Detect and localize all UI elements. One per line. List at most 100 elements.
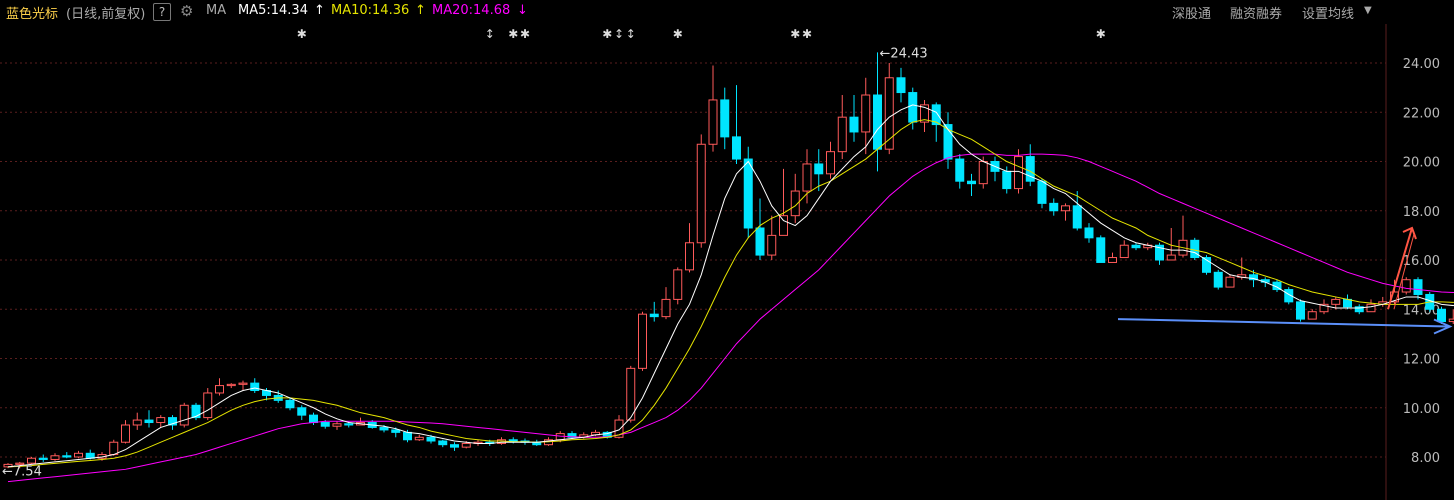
candle[interactable] — [873, 94, 882, 150]
candle[interactable] — [1213, 271, 1223, 288]
signal-mark-icon: ✱ — [790, 27, 800, 41]
candle[interactable] — [1331, 298, 1341, 305]
candle[interactable] — [238, 382, 248, 385]
candle[interactable] — [955, 158, 965, 182]
y-tick-label: 8.00 — [1411, 451, 1440, 466]
candle[interactable] — [896, 77, 906, 94]
candle[interactable] — [884, 77, 894, 150]
candle[interactable] — [978, 161, 988, 185]
y-tick-label: 14.00 — [1403, 303, 1440, 318]
candle[interactable] — [1119, 244, 1129, 259]
candle[interactable] — [1084, 227, 1094, 239]
candle[interactable] — [767, 234, 777, 256]
candle[interactable] — [450, 444, 459, 448]
candle[interactable] — [144, 419, 154, 424]
candle[interactable] — [661, 298, 671, 318]
candle[interactable] — [179, 404, 189, 426]
candle[interactable] — [191, 404, 201, 419]
candle[interactable] — [297, 407, 307, 416]
candle[interactable] — [1096, 237, 1106, 263]
candle[interactable] — [215, 385, 224, 394]
candle[interactable] — [908, 92, 918, 123]
candle[interactable] — [755, 227, 765, 256]
candle[interactable] — [685, 242, 694, 271]
candle[interactable] — [1343, 298, 1352, 308]
candle[interactable] — [50, 455, 60, 460]
candle[interactable] — [967, 180, 976, 185]
candle[interactable] — [461, 442, 471, 448]
candle[interactable] — [27, 457, 36, 464]
candle[interactable] — [132, 419, 142, 426]
signal-mark-icon: ✱ — [673, 27, 683, 41]
candle[interactable] — [38, 457, 48, 460]
candle[interactable] — [802, 163, 812, 192]
signal-mark-icon: ↕ — [626, 27, 636, 41]
signal-mark-icon: ✱ — [1096, 27, 1106, 41]
candle[interactable] — [708, 99, 718, 145]
high-price-label: ←24.43 — [880, 46, 928, 61]
candle[interactable] — [250, 382, 260, 392]
candle[interactable] — [1166, 254, 1176, 261]
candle[interactable] — [1366, 303, 1376, 313]
candle[interactable] — [1061, 205, 1070, 212]
candle[interactable] — [438, 440, 448, 446]
candle[interactable] — [426, 436, 436, 442]
candle[interactable] — [1002, 170, 1012, 190]
support-line[interactable] — [1117, 318, 1449, 328]
candle[interactable] — [62, 455, 72, 458]
candle[interactable] — [391, 429, 401, 433]
candle[interactable] — [1049, 202, 1059, 212]
candle[interactable] — [1437, 308, 1446, 323]
candle[interactable] — [203, 392, 213, 419]
candle[interactable] — [344, 423, 354, 426]
candle[interactable] — [1401, 279, 1411, 293]
candlestick-chart[interactable]: 8.0010.0012.0014.0016.0018.0020.0022.002… — [0, 0, 1454, 500]
candle[interactable] — [156, 417, 166, 424]
candle[interactable] — [508, 439, 518, 442]
candle[interactable] — [826, 151, 835, 175]
candle[interactable] — [332, 423, 342, 427]
candle[interactable] — [285, 399, 295, 409]
candle[interactable] — [837, 116, 847, 153]
signal-mark-icon: ↕ — [614, 27, 624, 41]
candle[interactable] — [403, 431, 412, 441]
candle[interactable] — [309, 414, 318, 424]
candle[interactable] — [109, 441, 119, 456]
y-tick-label: 12.00 — [1403, 353, 1440, 368]
signal-mark-icon: ↕ — [485, 27, 495, 41]
candle[interactable] — [849, 116, 859, 133]
candle[interactable] — [1448, 318, 1454, 323]
candle[interactable] — [861, 94, 871, 133]
signal-mark-icon: ✱ — [802, 27, 812, 41]
candle[interactable] — [1225, 276, 1235, 288]
y-tick-label: 10.00 — [1403, 402, 1440, 417]
candle[interactable] — [379, 426, 389, 431]
candle[interactable] — [1413, 279, 1423, 295]
signal-mark-icon: ✱ — [602, 27, 612, 41]
candle[interactable] — [414, 436, 424, 441]
candle[interactable] — [226, 383, 236, 387]
candle[interactable] — [1296, 301, 1305, 320]
candle[interactable] — [649, 313, 659, 318]
candle[interactable] — [673, 269, 683, 300]
candle[interactable] — [814, 163, 824, 175]
ma20-line — [7, 153, 1454, 483]
candle[interactable] — [779, 215, 788, 236]
candle[interactable] — [696, 143, 706, 244]
ma10-line — [7, 119, 1454, 468]
candle[interactable] — [320, 422, 330, 427]
signal-mark-icon: ✱ — [520, 27, 530, 41]
candle[interactable] — [1037, 180, 1047, 204]
candle[interactable] — [1072, 205, 1082, 229]
candle[interactable] — [732, 136, 741, 160]
candle[interactable] — [1131, 244, 1141, 249]
candle[interactable] — [743, 158, 753, 229]
y-tick-label: 24.00 — [1403, 57, 1440, 72]
candle[interactable] — [638, 313, 647, 369]
candle[interactable] — [1108, 257, 1117, 263]
candle[interactable] — [1307, 311, 1317, 320]
y-tick-label: 20.00 — [1403, 156, 1440, 171]
candle[interactable] — [74, 452, 83, 458]
candle[interactable] — [121, 424, 130, 443]
candle[interactable] — [720, 99, 730, 138]
